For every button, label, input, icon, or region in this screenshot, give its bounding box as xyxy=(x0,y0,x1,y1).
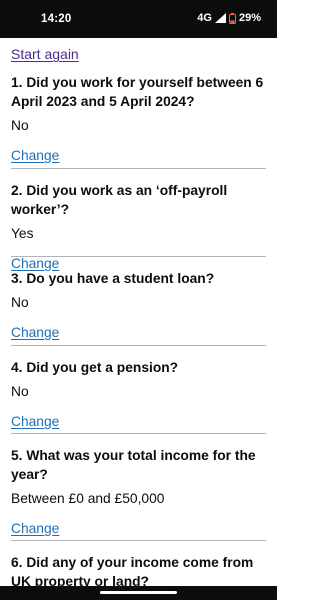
status-icons: 4G 29% xyxy=(197,12,261,24)
question-text: 6. Did any of your income come from UK p… xyxy=(11,555,254,586)
change-link[interactable]: Change xyxy=(11,414,59,429)
row-divider xyxy=(11,345,266,346)
signal-icon xyxy=(214,13,226,23)
answer-text: Between £0 and £50,000 xyxy=(11,491,165,506)
question-text: 4. Did you get a pension? xyxy=(11,360,179,375)
answer-text: No xyxy=(11,118,29,133)
summary-row-5: 5. What was your total income for the ye… xyxy=(11,446,266,538)
row-divider xyxy=(11,168,266,169)
answer-text: No xyxy=(11,384,29,399)
question-text: 2. Did you work as an ‘off-payroll worke… xyxy=(11,183,228,217)
question-text: 5. What was your total income for the ye… xyxy=(11,448,256,482)
status-bar: 14:20 4G 29% xyxy=(0,0,277,38)
summary-row-4: 4. Did you get a pension? No Change xyxy=(11,358,266,431)
battery-icon xyxy=(228,12,236,24)
summary-row-6: 6. Did any of your income come from UK p… xyxy=(11,553,266,586)
change-link[interactable]: Change xyxy=(11,521,59,536)
row-divider xyxy=(11,540,266,541)
row-divider xyxy=(11,256,266,257)
summary-row-1: 1. Did you work for yourself between 6 A… xyxy=(11,73,266,165)
summary-row-2: 2. Did you work as an ‘off-payroll worke… xyxy=(11,181,266,273)
home-gesture-handle[interactable] xyxy=(100,591,177,594)
navigation-bar xyxy=(0,586,277,600)
change-link[interactable]: Change xyxy=(11,148,59,163)
question-text: 1. Did you work for yourself between 6 A… xyxy=(11,75,264,109)
summary-row-3: 3. Do you have a student loan? No Change xyxy=(11,269,266,342)
answer-text: No xyxy=(11,295,29,310)
question-text: 3. Do you have a student loan? xyxy=(11,271,215,286)
network-type: 4G xyxy=(197,12,212,24)
change-link[interactable]: Change xyxy=(11,325,59,340)
status-time: 14:20 xyxy=(41,13,72,25)
battery-percent: 29% xyxy=(238,12,261,24)
summary-list: 1. Did you work for yourself between 6 A… xyxy=(0,38,277,586)
answer-text: Yes xyxy=(11,226,34,241)
row-divider xyxy=(11,433,266,434)
